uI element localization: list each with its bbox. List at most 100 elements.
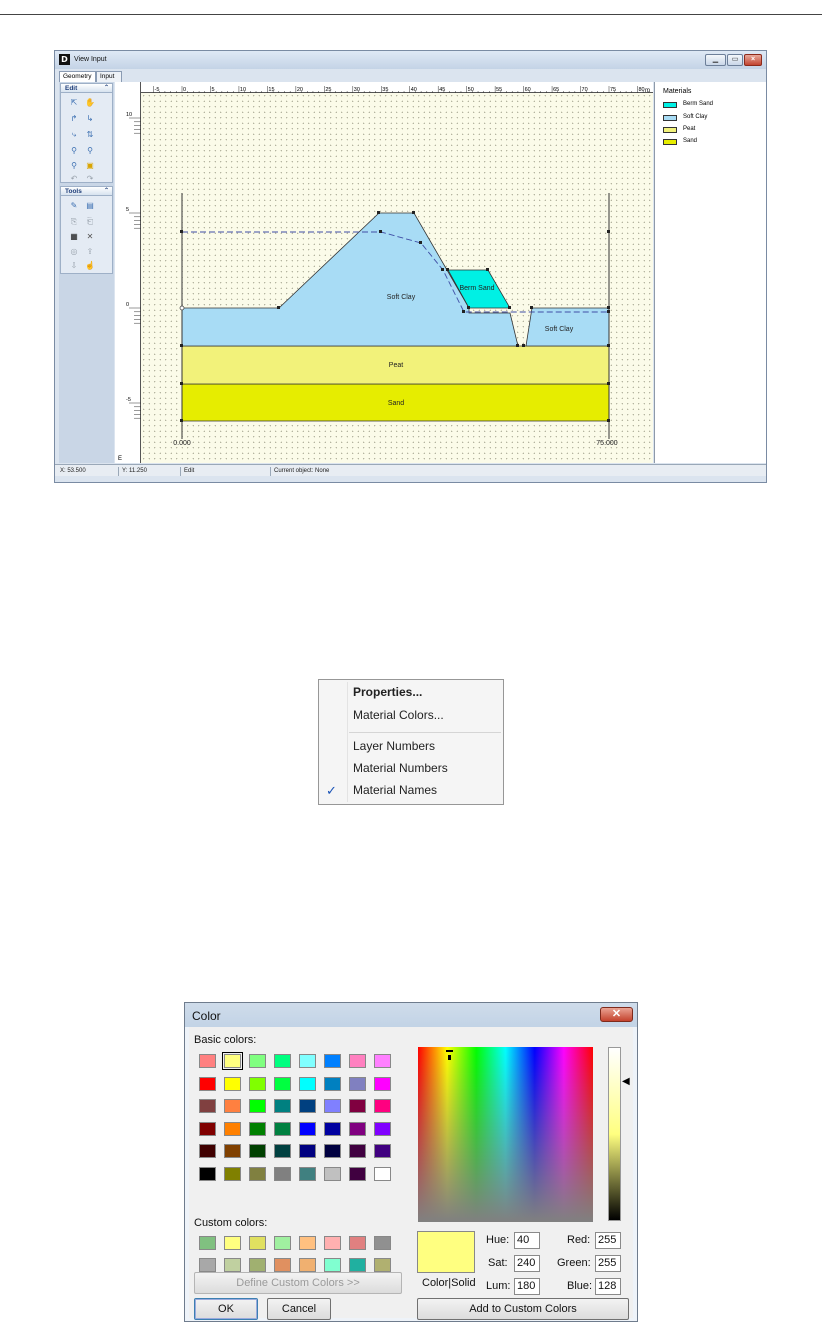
geometry-point[interactable] — [377, 211, 380, 214]
geometry-point[interactable] — [530, 306, 533, 309]
color-swatch[interactable] — [224, 1076, 241, 1091]
color-swatch[interactable] — [349, 1076, 366, 1091]
geometry-point[interactable] — [379, 230, 382, 233]
color-swatch[interactable] — [199, 1236, 216, 1250]
color-swatch[interactable] — [374, 1144, 391, 1158]
lum-input[interactable]: 180 — [514, 1278, 540, 1295]
color-swatch[interactable] — [299, 1099, 316, 1113]
geometry-point[interactable] — [446, 268, 449, 271]
geometry-point[interactable] — [607, 419, 610, 422]
window-titlebar[interactable]: D View Input ▁ ▭ × — [55, 51, 766, 69]
color-swatch[interactable] — [249, 1144, 266, 1158]
color-swatch[interactable] — [299, 1121, 316, 1136]
color-swatch[interactable] — [249, 1099, 266, 1113]
selected-point[interactable] — [179, 305, 185, 311]
menu-item-material-names[interactable]: Material Names — [353, 781, 437, 799]
color-swatch[interactable] — [274, 1258, 291, 1272]
color-swatch[interactable] — [274, 1121, 291, 1136]
color-swatch[interactable] — [324, 1099, 341, 1113]
zoom-rectangle-icon[interactable]: ▣ — [85, 161, 95, 171]
geometry-point[interactable] — [412, 211, 415, 214]
color-swatch[interactable] — [199, 1076, 216, 1091]
save-icon[interactable]: ▦ — [69, 232, 79, 242]
pan-hand-icon[interactable]: ✋ — [85, 98, 95, 108]
color-swatch[interactable] — [224, 1099, 241, 1113]
add-line-icon[interactable]: ↳ — [85, 114, 95, 124]
pointer-tool-icon[interactable]: ✎ — [69, 201, 79, 211]
geometry-point[interactable] — [607, 310, 610, 313]
color-swatch[interactable] — [349, 1054, 366, 1068]
color-swatch[interactable] — [324, 1236, 341, 1250]
geometry-point[interactable] — [607, 344, 610, 347]
color-swatch[interactable] — [224, 1144, 241, 1158]
color-swatch[interactable] — [249, 1236, 266, 1250]
geometry-point[interactable] — [441, 268, 444, 271]
cancel-button[interactable]: Cancel — [267, 1298, 331, 1320]
blue-input[interactable]: 128 — [595, 1278, 621, 1295]
color-swatch[interactable] — [274, 1144, 291, 1158]
color-swatch[interactable] — [222, 1052, 243, 1070]
color-swatch[interactable] — [299, 1258, 316, 1272]
color-swatch[interactable] — [324, 1144, 341, 1158]
color-swatch[interactable] — [199, 1054, 216, 1068]
geometry-point[interactable] — [462, 310, 465, 313]
dialog-close-button[interactable]: ✕ — [600, 1007, 633, 1022]
color-swatch[interactable] — [324, 1076, 341, 1091]
color-swatch[interactable] — [324, 1258, 341, 1272]
color-swatch[interactable] — [374, 1166, 391, 1181]
geometry-point[interactable] — [467, 306, 470, 309]
color-swatch[interactable] — [224, 1166, 241, 1181]
color-swatch[interactable] — [374, 1258, 391, 1272]
geometry-point[interactable] — [180, 419, 183, 422]
color-swatch[interactable] — [324, 1121, 341, 1136]
geometry-point[interactable] — [522, 344, 525, 347]
import-icon[interactable]: ⇩ — [69, 261, 79, 271]
color-swatch[interactable] — [249, 1121, 266, 1136]
color-swatch[interactable] — [224, 1121, 241, 1136]
red-input[interactable]: 255 — [595, 1232, 621, 1249]
geometry-point[interactable] — [516, 344, 519, 347]
color-swatch[interactable] — [249, 1166, 266, 1181]
color-swatch[interactable] — [349, 1099, 366, 1113]
geometry-canvas[interactable]: Soft Clay Berm Sand Soft Clay Peat Sand … — [141, 93, 653, 463]
color-swatch[interactable] — [299, 1144, 316, 1158]
color-swatch[interactable] — [199, 1121, 216, 1136]
hand-tool-icon[interactable]: ☝ — [85, 261, 95, 271]
color-swatch[interactable] — [299, 1236, 316, 1250]
geometry-point[interactable] — [607, 382, 610, 385]
color-swatch[interactable] — [274, 1099, 291, 1113]
edit-group-header[interactable]: Edit ⌃ — [61, 84, 112, 93]
geometry-point[interactable] — [607, 306, 610, 309]
collapse-icon[interactable]: ⌃ — [104, 187, 109, 196]
color-swatch[interactable] — [349, 1236, 366, 1250]
check-geometry-icon[interactable]: ◎ — [69, 247, 79, 257]
color-swatch[interactable] — [224, 1236, 241, 1250]
spectrum-crosshair-icon[interactable] — [446, 1050, 453, 1052]
move-icon[interactable]: ⇅ — [85, 130, 95, 140]
color-swatch[interactable] — [349, 1166, 366, 1181]
geometry-point[interactable] — [508, 306, 511, 309]
green-input[interactable]: 255 — [595, 1255, 621, 1272]
color-swatch[interactable] — [199, 1258, 216, 1272]
color-swatch[interactable] — [324, 1054, 341, 1068]
color-swatch[interactable] — [199, 1166, 216, 1181]
zoom-limits-icon[interactable]: ⚲ — [69, 161, 79, 171]
color-swatch[interactable] — [349, 1258, 366, 1272]
color-swatch[interactable] — [274, 1166, 291, 1181]
luminosity-slider[interactable] — [608, 1047, 621, 1221]
ok-button[interactable]: OK — [194, 1298, 258, 1320]
color-swatch[interactable] — [199, 1099, 216, 1113]
define-custom-colors-button[interactable]: Define Custom Colors >> — [194, 1272, 402, 1294]
polyline-icon[interactable]: ⤷ — [69, 130, 79, 140]
geometry-point[interactable] — [277, 306, 280, 309]
redo-icon[interactable]: ↷ — [85, 174, 95, 184]
tools-group-header[interactable]: Tools ⌃ — [61, 187, 112, 196]
paste-icon[interactable]: ⎗ — [85, 217, 95, 227]
add-point-icon[interactable]: ↱ — [69, 114, 79, 124]
color-swatch[interactable] — [249, 1054, 266, 1068]
minimize-button[interactable]: ▁ — [705, 54, 726, 66]
color-swatch[interactable] — [349, 1144, 366, 1158]
geometry-point[interactable] — [607, 230, 610, 233]
geometry-point[interactable] — [180, 230, 183, 233]
color-swatch[interactable] — [199, 1144, 216, 1158]
